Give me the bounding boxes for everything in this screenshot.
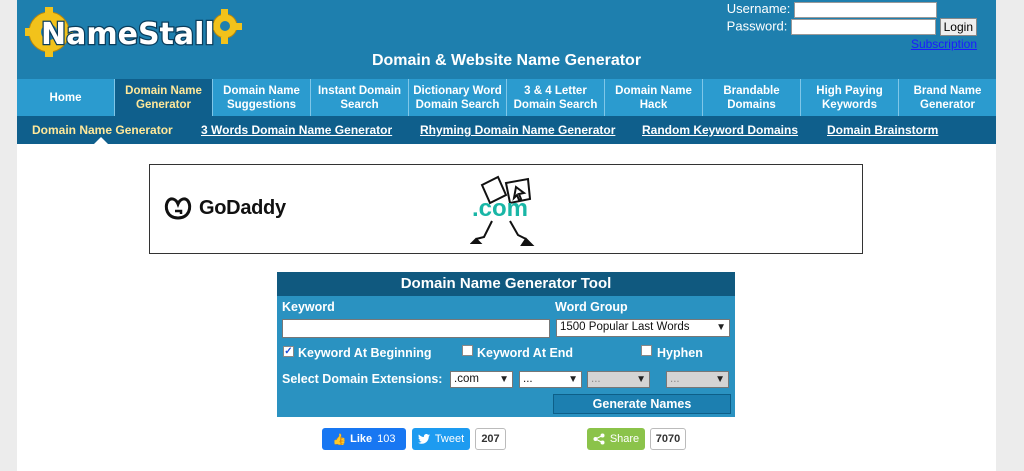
subnav-item-3-words-domain-name-generator[interactable]: 3 Words Domain Name Generator xyxy=(201,123,392,137)
nav-item-high-paying-keywords[interactable]: High Paying Keywords xyxy=(801,79,899,116)
logo-text: NameStall xyxy=(41,17,215,52)
subnav-item-domain-brainstorm[interactable]: Domain Brainstorm xyxy=(827,123,938,137)
keyword-label: Keyword xyxy=(282,300,335,314)
like-count: 103 xyxy=(377,433,396,445)
ext-select-1-value: .com xyxy=(454,373,479,385)
page-container: NameStall Domain & Website Name Generato… xyxy=(17,0,996,471)
ad-dotcom-text: .com xyxy=(472,195,529,222)
godaddy-ad-banner[interactable]: GoDaddy .com xyxy=(149,164,863,254)
login-button[interactable]: Login xyxy=(939,18,977,36)
share-button[interactable]: Share xyxy=(587,428,645,450)
subscription-link[interactable]: Subscription xyxy=(911,37,977,51)
subnav-item-domain-name-generator[interactable]: Domain Name Generator xyxy=(32,123,173,137)
username-label: Username: xyxy=(726,1,791,16)
godaddy-brand-text: GoDaddy xyxy=(199,196,286,219)
ext-select-2-value: ... xyxy=(523,373,533,385)
nav-item-brand-name-generator[interactable]: Brand Name Generator xyxy=(899,79,996,116)
generator-tool: Domain Name Generator Tool Keyword Word … xyxy=(277,272,735,417)
chevron-down-icon: ▼ xyxy=(568,374,578,385)
opt-end-checkbox[interactable] xyxy=(462,345,473,356)
nav-item-instant-domain-search[interactable]: Instant Domain Search xyxy=(311,79,409,116)
like-label: Like xyxy=(350,433,373,445)
site-header: NameStall Domain & Website Name Generato… xyxy=(17,0,996,79)
active-subnav-pointer xyxy=(94,137,108,144)
site-title: Domain & Website Name Generator xyxy=(371,52,642,69)
chevron-down-icon: ▼ xyxy=(636,374,646,385)
opt-begin-checkbox[interactable]: ✓ xyxy=(283,346,294,357)
share-count: 7070 xyxy=(650,428,686,450)
password-input[interactable] xyxy=(791,19,936,35)
word-group-value: 1500 Popular Last Words xyxy=(560,321,690,333)
ext-select-2[interactable]: ... ▼ xyxy=(519,371,582,388)
thumbs-up-icon: 👍 xyxy=(332,433,347,446)
chevron-down-icon: ▼ xyxy=(716,322,726,333)
ext-select-1[interactable]: .com ▼ xyxy=(450,371,513,388)
opt-hyphen-label: Hyphen xyxy=(657,346,703,360)
godaddy-logo: GoDaddy xyxy=(163,195,286,221)
tweet-button[interactable]: Tweet xyxy=(412,428,470,450)
nav-item-domain-name-generator[interactable]: Domain Name Generator xyxy=(115,79,213,116)
nav-item-dictionary-word-domain-search[interactable]: Dictionary Word Domain Search xyxy=(409,79,507,116)
main-nav: Home Domain Name Generator Domain Name S… xyxy=(17,79,996,116)
tweet-label: Tweet xyxy=(434,433,465,445)
nav-item-3-4-letter-domain-search[interactable]: 3 & 4 Letter Domain Search xyxy=(507,79,605,116)
nav-item-brandable-domains[interactable]: Brandable Domains xyxy=(703,79,801,116)
share-label: Share xyxy=(609,433,640,445)
password-label: Password: xyxy=(726,18,788,34)
tweet-count: 207 xyxy=(475,428,506,450)
tool-title: Domain Name Generator Tool xyxy=(277,272,735,296)
chevron-down-icon: ▼ xyxy=(499,374,509,385)
nav-item-home[interactable]: Home xyxy=(17,79,115,116)
ext-select-3-value: ... xyxy=(591,373,601,385)
facebook-like-button[interactable]: 👍 Like 103 xyxy=(322,428,406,450)
subnav-item-random-keyword-domains[interactable]: Random Keyword Domains xyxy=(642,123,798,137)
ext-select-4-value: ... xyxy=(670,373,680,385)
godaddy-icon xyxy=(164,197,192,220)
opt-begin-label: Keyword At Beginning xyxy=(298,346,432,360)
word-group-select[interactable]: 1500 Popular Last Words ▼ xyxy=(556,319,730,337)
sub-nav: Domain Name Generator 3 Words Domain Nam… xyxy=(17,116,996,144)
ext-select-4[interactable]: ... ▼ xyxy=(666,371,729,388)
subnav-item-rhyming-domain-name-generator[interactable]: Rhyming Domain Name Generator xyxy=(420,123,615,137)
keyword-input[interactable] xyxy=(282,319,550,338)
login-form: Username: Password: Login Subscription xyxy=(677,0,977,52)
ext-label: Select Domain Extensions: xyxy=(282,372,443,386)
username-input[interactable] xyxy=(794,1,937,18)
generate-names-button[interactable]: Generate Names xyxy=(553,394,731,414)
word-group-label: Word Group xyxy=(555,300,628,314)
opt-hyphen-checkbox[interactable] xyxy=(641,345,652,356)
opt-end-label: Keyword At End xyxy=(477,346,574,360)
share-icon xyxy=(593,433,605,445)
chevron-down-icon: ▼ xyxy=(715,374,725,385)
ext-select-3[interactable]: ... ▼ xyxy=(587,371,650,388)
nav-item-domain-name-suggestions[interactable]: Domain Name Suggestions xyxy=(213,79,311,116)
nav-item-domain-name-hack[interactable]: Domain Name Hack xyxy=(605,79,703,116)
twitter-bird-icon xyxy=(417,434,430,444)
